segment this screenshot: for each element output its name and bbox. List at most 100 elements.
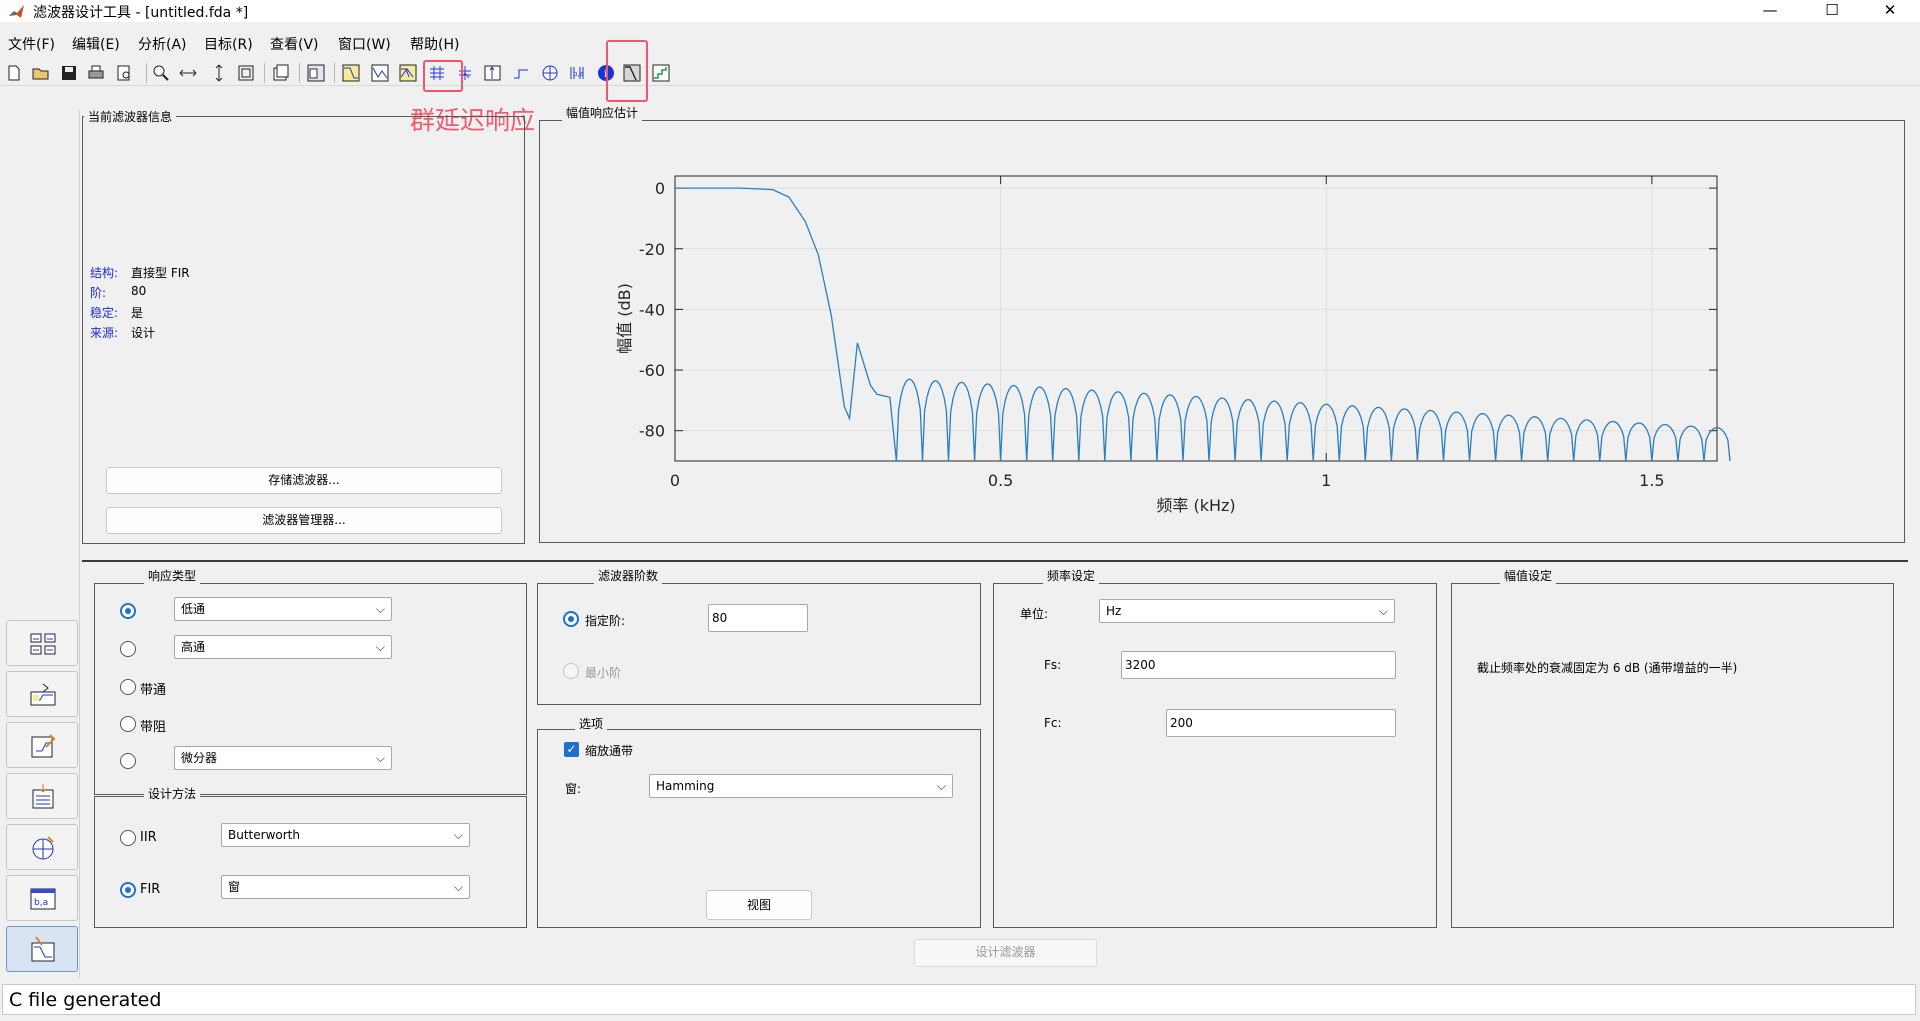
response-type-title: 响应类型 [144,567,201,584]
window-label: 窗: [565,782,582,796]
x-tick-label: 1.5 [1639,471,1664,490]
status-text: C file generated [9,989,162,1011]
design-filter-icon [31,936,55,962]
menu-target[interactable]: 目标(R) [204,34,253,54]
minimum-order-radio[interactable] [563,663,579,679]
filter-coefficients-icon[interactable]: b,a [567,63,587,83]
new-file-icon[interactable] [4,63,24,83]
series-line [675,187,1731,462]
structure-value: 直接型 FIR [131,266,190,280]
magnitude-panel [1451,583,1894,928]
chevron-down-icon: ⌵ [1378,604,1388,618]
x-axis-label: 频率 (kHz) [1156,496,1235,515]
scale-passband-label: 缩放通带 [585,744,634,758]
round-off-noise-icon[interactable] [651,63,671,83]
y-tick-label: -60 [639,361,665,380]
window-title: 滤波器设计工具 - [untitled.fda *] [33,5,249,21]
y-tick-label: -20 [639,240,665,259]
menu-window[interactable]: 窗口(W) [338,34,391,54]
side-button-pole-zero[interactable] [6,824,78,870]
design-method-panel [94,796,527,928]
side-button-multirate[interactable] [6,671,78,717]
magnitude-response-icon[interactable] [341,63,361,83]
view-button[interactable]: 视图 [706,890,812,920]
fs-input[interactable]: 3200 [1121,651,1396,679]
matlab-logo-icon [9,5,24,18]
side-button-quantize[interactable]: b,a [6,875,78,921]
highpass-select[interactable]: 高通 ⌵ [174,635,392,659]
bandpass-radio[interactable] [120,679,136,695]
toolbar-separator [299,63,300,83]
minimum-order-label: 最小阶 [585,666,622,680]
phase-response-icon[interactable] [370,63,390,83]
magnitude-note: 截止频率处的衰减固定为 6 dB (通带增益的一半) [1477,661,1738,675]
svg-text:b,a: b,a [573,70,584,78]
fir-method-select[interactable]: 窗 ⌵ [221,875,470,899]
full-view-icon[interactable] [236,63,256,83]
new-figure-icon[interactable] [271,63,291,83]
side-button-design[interactable] [6,926,78,972]
store-filter-button[interactable]: 存储滤波器... [106,467,502,494]
menu-bar: 文件(F) 编辑(E) 分析(A) 目标(R) 查看(V) 窗口(W) 帮助(H… [0,30,1920,54]
lowpass-select-value: 低通 [181,602,206,616]
zoom-y-icon[interactable] [209,63,229,83]
design-filter-button[interactable]: 设计滤波器 [914,939,1097,967]
minimize-button[interactable]: — [1750,0,1790,22]
step-response-icon[interactable] [511,63,531,83]
fc-input[interactable]: 200 [1166,709,1396,737]
lowpass-select[interactable]: 低通 ⌵ [174,597,392,621]
magnitude-title: 幅值设定 [1500,567,1557,584]
toolbar-separator [264,63,265,83]
chevron-down-icon: ⌵ [453,880,463,894]
order-input[interactable]: 80 [708,604,808,632]
differentiator-radio[interactable] [120,753,136,769]
side-button-transform[interactable] [6,620,78,666]
save-icon[interactable] [59,63,79,83]
x-tick-label: 0.5 [988,471,1013,490]
pole-zero-icon[interactable] [540,63,560,83]
iir-method-select[interactable]: Butterworth ⌵ [221,823,470,847]
toolbar-separator [334,63,335,83]
units-select[interactable]: Hz ⌵ [1099,599,1395,623]
side-button-import[interactable] [6,773,78,819]
impulse-response-icon[interactable] [483,63,503,83]
menu-edit[interactable]: 编辑(E) [72,34,120,54]
transform-filter-icon [30,633,56,655]
highpass-radio[interactable] [120,641,136,657]
menu-help[interactable]: 帮助(H) [410,34,459,54]
maximize-button[interactable]: ☐ [1812,0,1852,22]
close-button[interactable]: ✕ [1870,0,1910,22]
highlight-magnitude-estimate [606,40,648,102]
fir-method-value: 窗 [228,880,241,894]
menu-file[interactable]: 文件(F) [8,34,55,54]
window-value: Hamming [656,779,715,793]
import-filter-icon [32,784,54,809]
specify-order-radio[interactable] [563,611,579,627]
side-button-realize[interactable] [6,722,78,768]
chevron-down-icon: ⌵ [375,751,385,765]
iir-radio[interactable] [120,830,136,846]
open-file-icon[interactable] [31,63,51,83]
menu-view[interactable]: 查看(V) [270,34,319,54]
zoom-x-icon[interactable] [178,63,198,83]
print-icon[interactable] [86,63,106,83]
filter-manager-button[interactable]: 滤波器管理器... [106,507,502,534]
zoom-in-icon[interactable] [151,63,171,83]
fir-radio[interactable] [120,882,136,898]
chevron-down-icon: ⌵ [936,779,946,793]
full-view-analysis-icon[interactable] [306,63,326,83]
magnitude-phase-icon[interactable] [398,63,418,83]
options-title: 选项 [575,715,608,732]
differentiator-select[interactable]: 微分器 ⌵ [174,746,392,770]
bandstop-radio[interactable] [120,716,136,732]
print-preview-icon[interactable] [114,63,134,83]
specify-order-label: 指定阶: [585,614,626,628]
chevron-down-icon: ⌵ [375,602,385,616]
filter-order-title: 滤波器阶数 [594,567,663,584]
pole-zero-editor-icon [32,836,54,860]
lowpass-radio[interactable] [120,603,136,619]
menu-analysis[interactable]: 分析(A) [138,34,187,54]
source-value: 设计 [131,326,156,340]
window-select[interactable]: Hamming ⌵ [649,774,953,798]
scale-passband-checkbox[interactable]: ✓ [564,742,579,757]
